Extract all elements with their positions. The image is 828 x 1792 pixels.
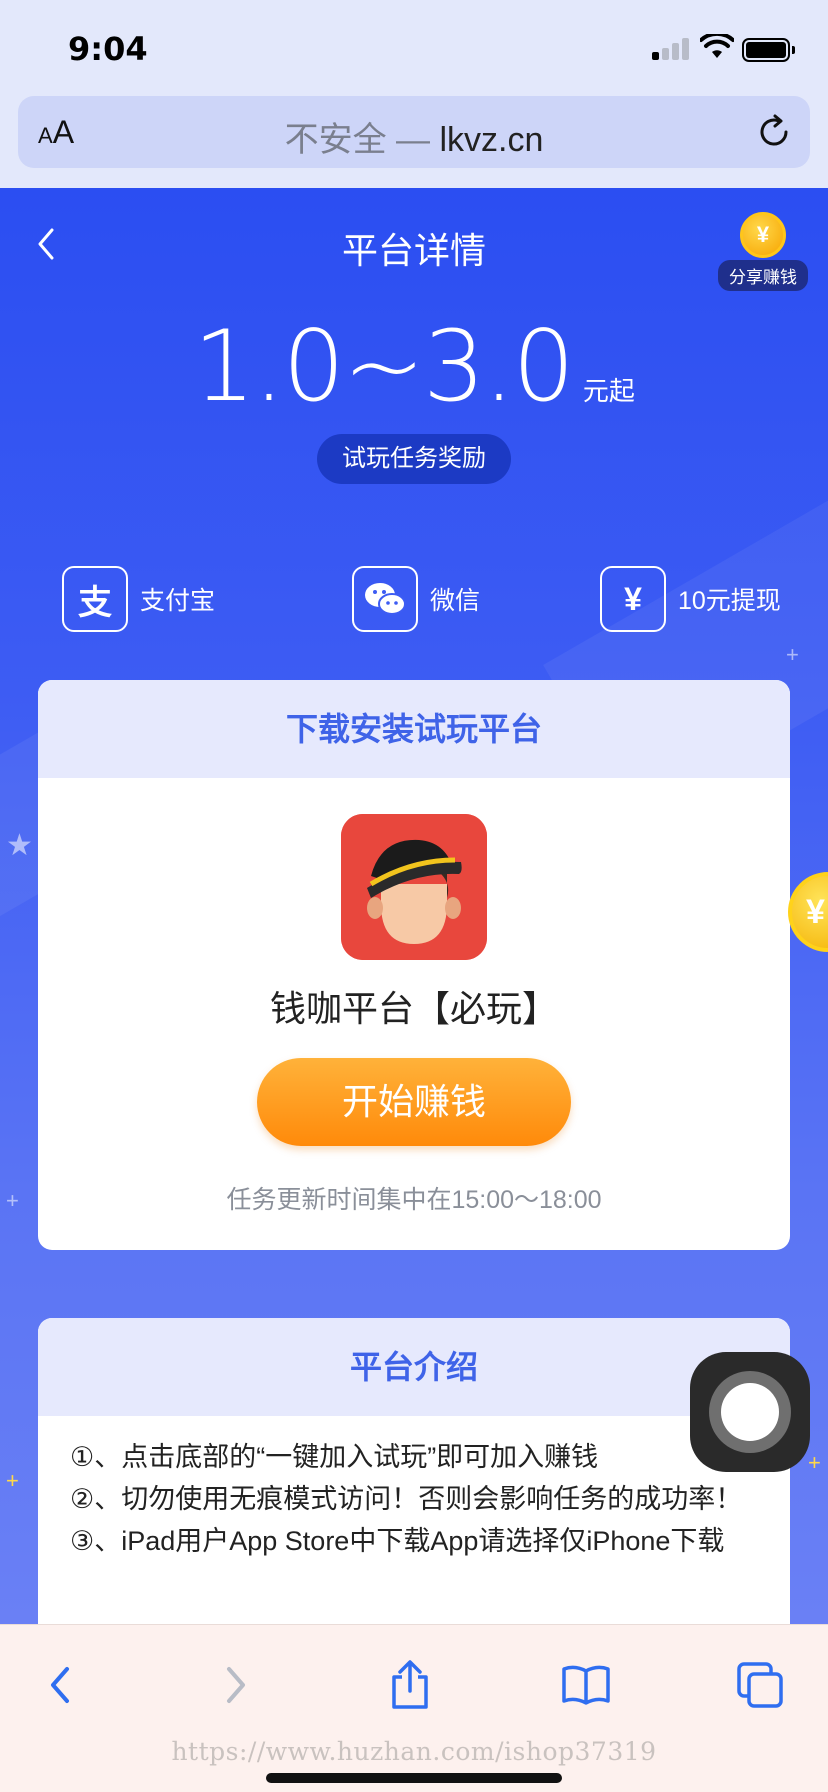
- intro-item: ①、点击底部的“一键加入试玩”即可加入赚钱: [70, 1442, 599, 1472]
- reward-range: 1.0~3.0 元起: [0, 310, 828, 424]
- sparkle-icon: +: [808, 1450, 821, 1475]
- start-earning-button[interactable]: 开始赚钱: [257, 1058, 571, 1146]
- share-icon: [392, 1660, 428, 1709]
- reward-amount: 1.0~3.0: [193, 310, 575, 424]
- tabs-icon: [737, 1662, 783, 1708]
- address-bar[interactable]: AA 不安全 — lkvz.cn: [18, 96, 810, 168]
- insecure-label: 不安全: [284, 121, 387, 159]
- payment-label: 支付宝: [140, 587, 216, 615]
- status-bar: 9:04: [0, 0, 828, 92]
- intro-card-title: 平台介绍: [38, 1318, 790, 1416]
- share-button[interactable]: [380, 1655, 440, 1715]
- forward-button[interactable]: [206, 1655, 266, 1715]
- home-indicator[interactable]: [266, 1773, 562, 1783]
- payment-alipay: 支 支付宝: [62, 564, 215, 634]
- bookmarks-button[interactable]: [556, 1655, 616, 1715]
- battery-icon: [742, 38, 795, 62]
- domain-label: lkvz.cn: [439, 121, 544, 159]
- chevron-right-icon: [227, 1667, 245, 1703]
- back-button[interactable]: [30, 1655, 90, 1715]
- browser-toolbar: https://www.huzhan.com/ishop37319: [0, 1624, 828, 1792]
- book-icon: [562, 1665, 610, 1705]
- coin-icon: ¥: [740, 212, 786, 258]
- app-name: 钱咖平台【必玩】: [269, 988, 558, 1029]
- intro-list: ①、点击底部的“一键加入试玩”即可加入赚钱 ②、切勿使用无痕模式访问！否则会影响…: [70, 1436, 770, 1562]
- yuan-icon: ¥: [600, 566, 666, 632]
- payment-withdraw: ¥ 10元提现: [600, 564, 781, 634]
- download-card-title: 下载安装试玩平台: [38, 680, 790, 778]
- watermark-text: https://www.huzhan.com/ishop37319: [171, 1737, 657, 1766]
- page-title: 平台详情: [341, 230, 486, 271]
- reward-badge: 试玩任务奖励: [317, 434, 511, 484]
- cellular-signal-icon: [652, 38, 692, 60]
- status-time: 9:04: [68, 30, 148, 68]
- url-display[interactable]: 不安全 — lkvz.cn: [18, 112, 810, 161]
- wechat-icon: [352, 566, 418, 632]
- sparkle-icon: +: [6, 1188, 19, 1213]
- payment-label: 10元提现: [678, 587, 781, 615]
- task-update-note: 任务更新时间集中在15:00～18:00: [226, 1186, 602, 1214]
- sparkle-icon: +: [6, 1468, 19, 1493]
- chevron-left-icon: [51, 1667, 69, 1703]
- intro-item: ③、iPad用户App Store中下载App请选择仅iPhone下载: [70, 1526, 725, 1556]
- download-card: 下载安装试玩平台 钱咖平台【必玩】 开始赚钱 任务更新时间集中在15:00～18…: [38, 680, 790, 1250]
- app-icon[interactable]: [341, 814, 487, 960]
- reward-unit: 元起: [582, 376, 635, 406]
- star-icon: ★: [6, 829, 33, 862]
- share-earn-label: 分享赚钱: [718, 260, 808, 291]
- sparkle-icon: +: [786, 642, 799, 667]
- intro-card: 平台介绍 ①、点击底部的“一键加入试玩”即可加入赚钱 ②、切勿使用无痕模式访问！…: [38, 1318, 790, 1624]
- payment-wechat: 微信: [352, 564, 480, 634]
- wifi-icon: [700, 34, 734, 58]
- reload-icon[interactable]: [756, 114, 792, 150]
- share-earn-button[interactable]: ¥ 分享赚钱: [718, 212, 808, 291]
- payment-label: 微信: [430, 587, 481, 615]
- payment-methods: 支 支付宝 微信 ¥ 10元提现: [0, 564, 828, 634]
- alipay-icon: 支: [62, 566, 128, 632]
- browser-address-area: AA 不安全 — lkvz.cn: [0, 92, 828, 188]
- assistive-touch-button[interactable]: [690, 1352, 810, 1472]
- intro-item: ②、切勿使用无痕模式访问！否则会影响任务的成功率！: [70, 1484, 743, 1514]
- tabs-button[interactable]: [730, 1655, 790, 1715]
